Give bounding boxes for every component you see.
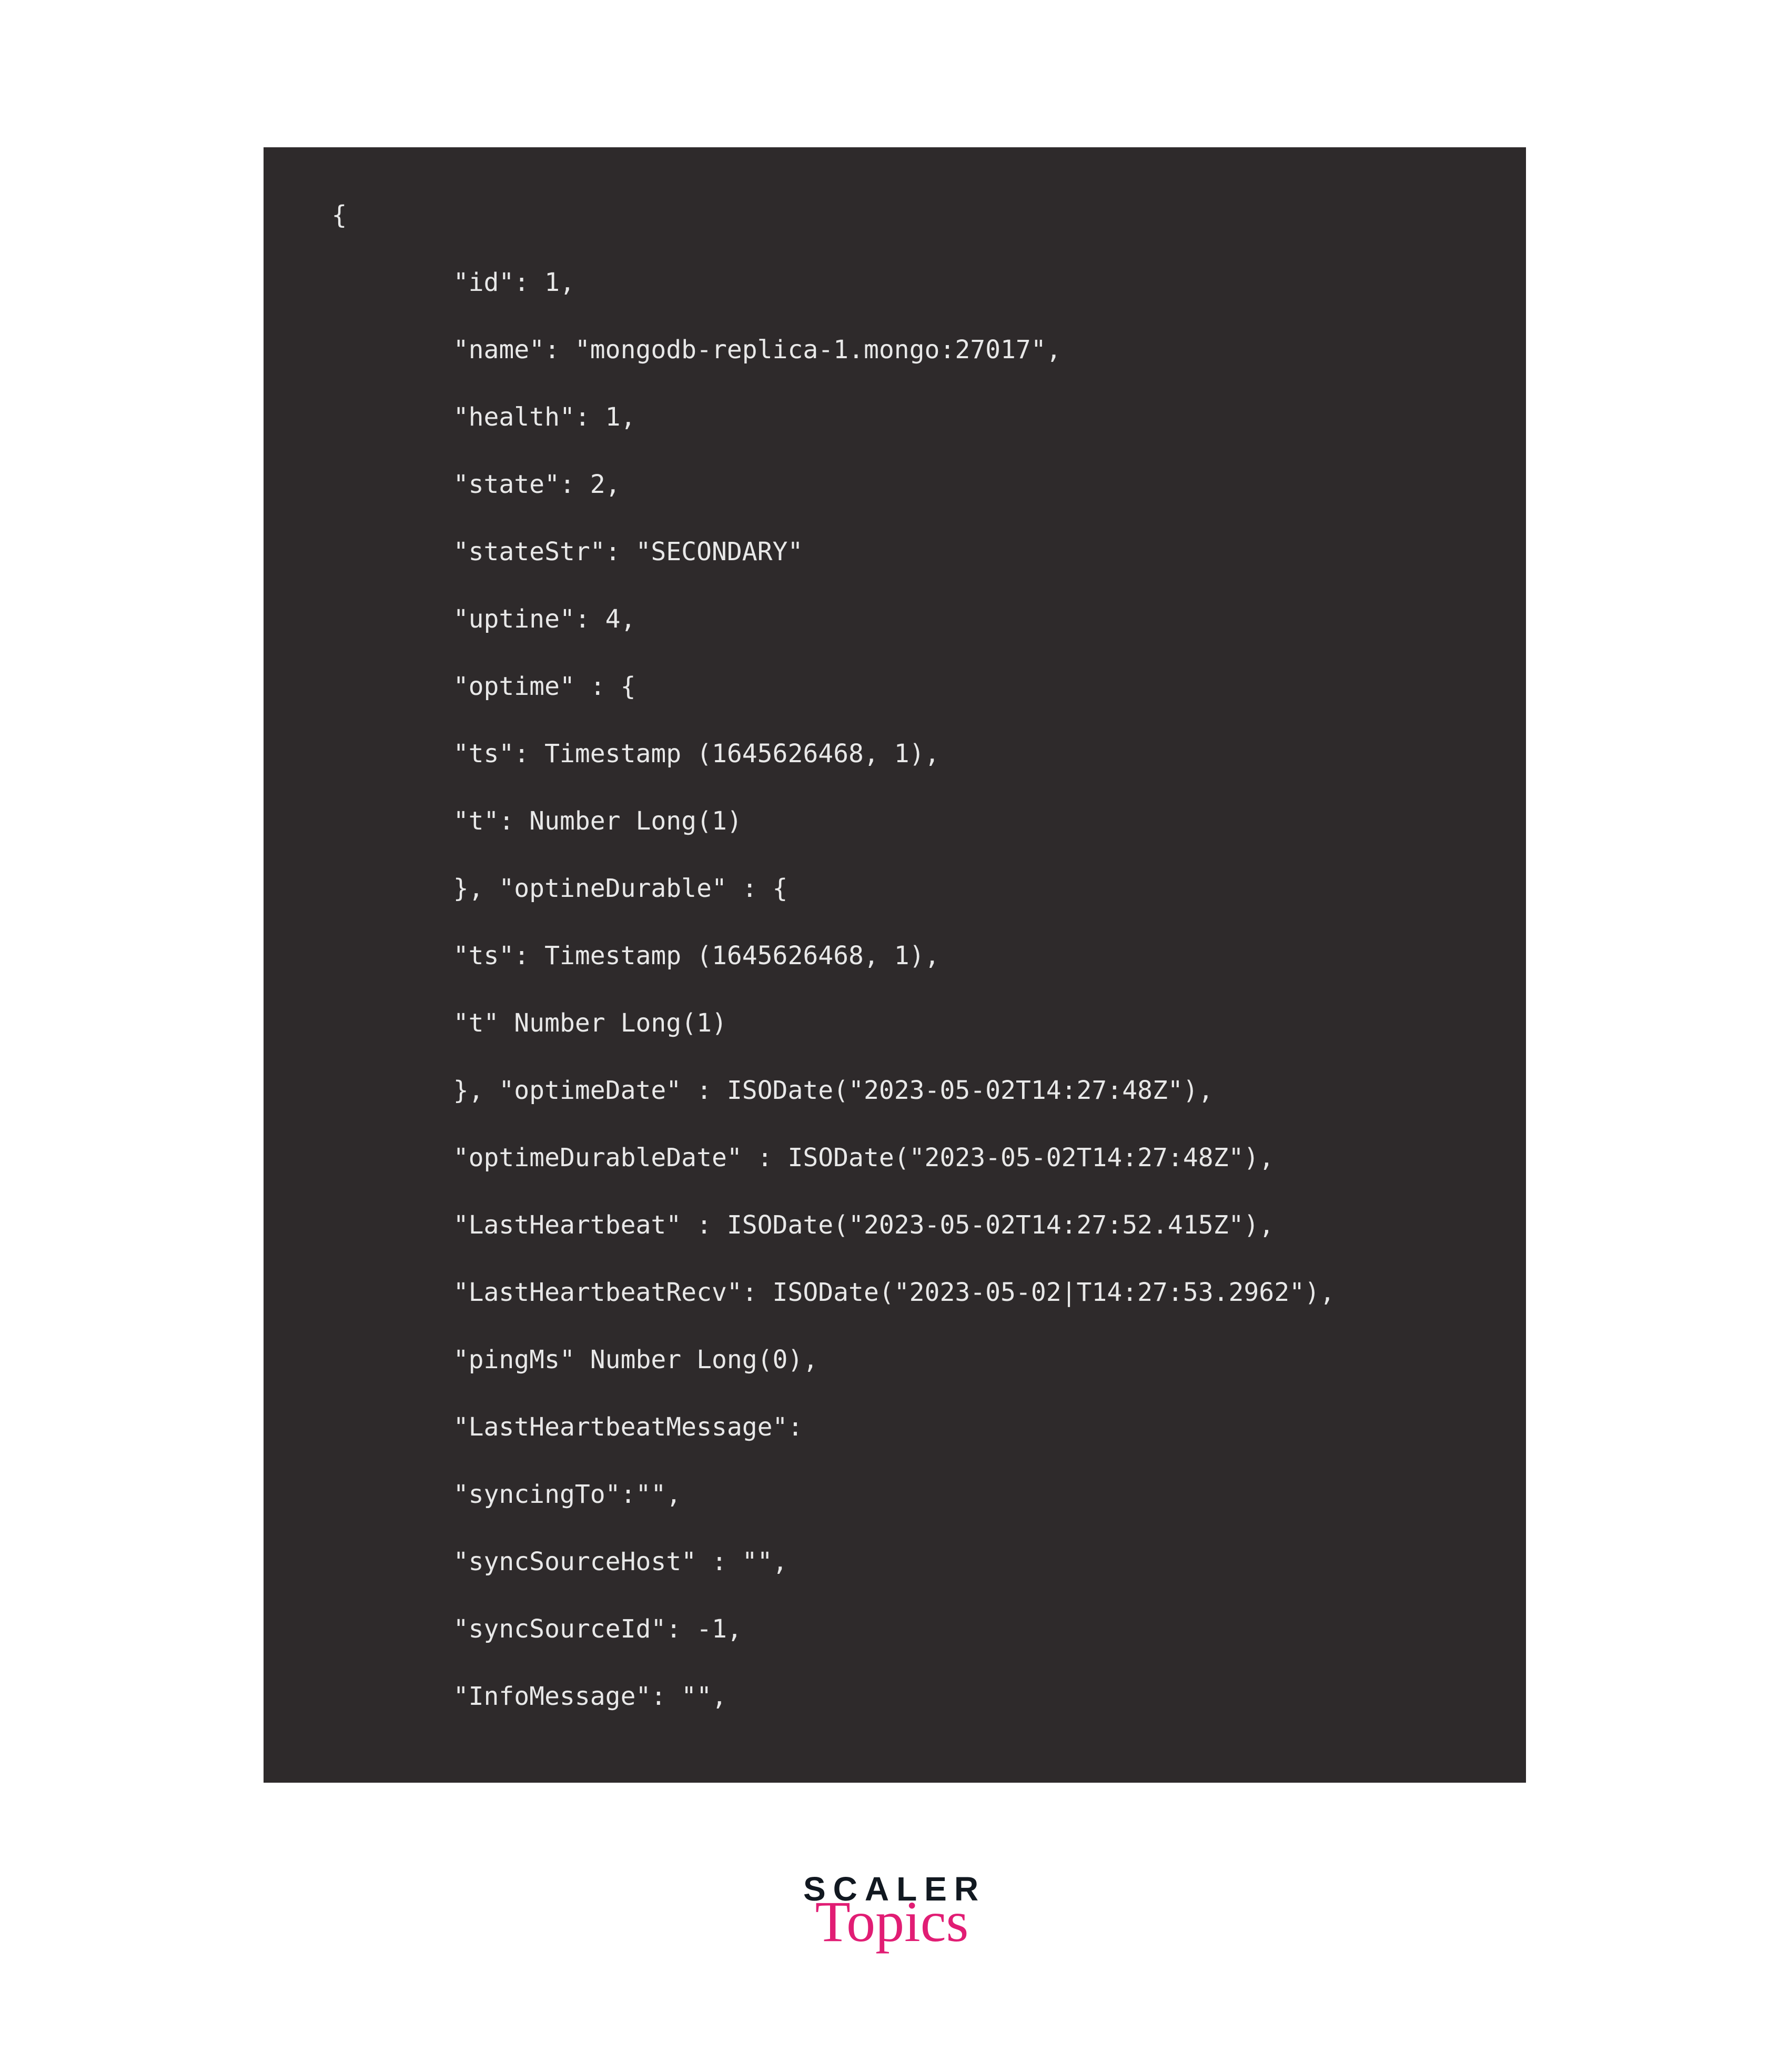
code-line: "optimeDurableDate" : ISODate("2023-05-0… bbox=[332, 1145, 1458, 1170]
code-line: "InfoMessage": "", bbox=[332, 1684, 1458, 1709]
code-line: "ts": Timestamp (1645626468, 1), bbox=[332, 943, 1458, 968]
code-line: "state": 2, bbox=[332, 472, 1458, 497]
code-line: "uptine": 4, bbox=[332, 607, 1458, 632]
code-block: { "id": 1, "name": "mongodb-replica-1.mo… bbox=[264, 147, 1526, 1783]
scaler-topics-logo: SCALER Topics bbox=[803, 1872, 986, 1942]
code-line: "health": 1, bbox=[332, 405, 1458, 430]
code-line: "ts": Timestamp (1645626468, 1), bbox=[332, 741, 1458, 766]
code-line: "optime" : { bbox=[332, 674, 1458, 699]
code-line: "syncSourceId": -1, bbox=[332, 1616, 1458, 1642]
code-line: "syncingTo":"", bbox=[332, 1482, 1458, 1507]
code-line: "LastHeartbeatMessage": bbox=[332, 1414, 1458, 1440]
page: { "id": 1, "name": "mongodb-replica-1.mo… bbox=[0, 0, 1789, 2072]
code-line: "t": Number Long(1) bbox=[332, 808, 1458, 834]
code-line: "LastHeartbeatRecv": ISODate("2023-05-02… bbox=[332, 1280, 1458, 1305]
code-line: }, "optimeDate" : ISODate("2023-05-02T14… bbox=[332, 1078, 1458, 1103]
code-line: "LastHeartbeat" : ISODate("2023-05-02T14… bbox=[332, 1212, 1458, 1238]
code-line: "stateStr": "SECONDARY" bbox=[332, 539, 1458, 564]
code-line: "t" Number Long(1) bbox=[332, 1010, 1458, 1036]
code-line: "syncSourceHost" : "", bbox=[332, 1549, 1458, 1574]
code-line: { bbox=[332, 203, 1458, 228]
code-line: "pingMs" Number Long(0), bbox=[332, 1347, 1458, 1372]
brand-logo: SCALER Topics bbox=[0, 1872, 1789, 1943]
code-line: "name": "mongodb-replica-1.mongo:27017", bbox=[332, 337, 1458, 362]
code-line: }, "optineDurable" : { bbox=[332, 876, 1458, 901]
logo-text-topics: Topics bbox=[798, 1902, 986, 1942]
code-line: "id": 1, bbox=[332, 270, 1458, 295]
